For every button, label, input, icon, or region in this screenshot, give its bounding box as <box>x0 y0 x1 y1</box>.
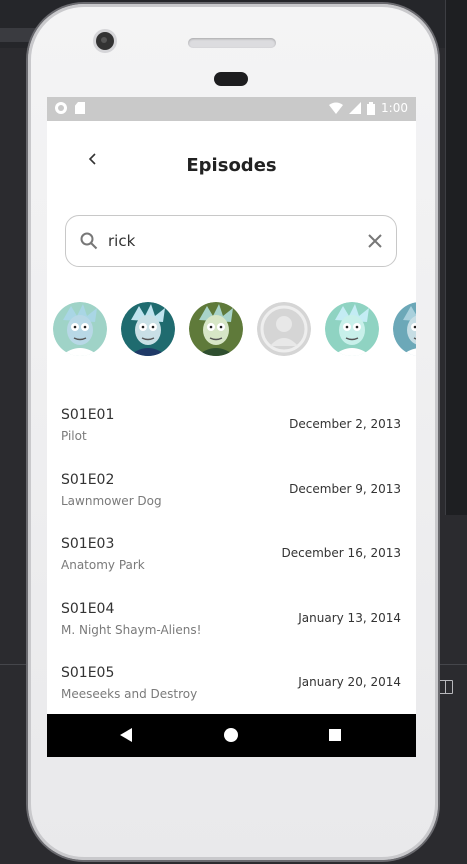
ide-side-panel <box>445 0 467 515</box>
front-camera <box>96 32 114 50</box>
episode-name: Anatomy Park <box>61 558 145 572</box>
episode-code: S01E05 <box>61 665 115 681</box>
avatar-placeholder[interactable] <box>257 302 311 356</box>
episode-name: Meeseeks and Destroy <box>61 687 198 701</box>
episode-code: S01E02 <box>61 471 115 488</box>
character-avatar-row <box>53 302 416 358</box>
episode-air-date: December 16, 2013 <box>281 546 401 560</box>
android-nav-bar <box>47 714 416 757</box>
avatar-rick-3[interactable] <box>189 302 243 356</box>
episode-air-date: December 2, 2013 <box>289 417 401 431</box>
character-portrait <box>53 302 107 356</box>
episode-row[interactable]: S01E03 Anatomy Park December 16, 2013 <box>47 536 416 600</box>
search-input[interactable]: rick <box>108 232 135 250</box>
character-portrait <box>121 302 175 356</box>
close-icon[interactable] <box>366 232 384 250</box>
nav-home-icon[interactable] <box>224 728 238 742</box>
sd-card-icon <box>75 102 85 114</box>
notification-icon <box>55 102 67 114</box>
status-bar: 1:00 <box>47 97 416 121</box>
episode-name: M. Night Shaym-Aliens! <box>61 622 202 637</box>
episode-air-date: January 13, 2014 <box>298 610 401 625</box>
episode-air-date: January 20, 2014 <box>298 675 401 689</box>
character-portrait <box>325 302 379 356</box>
episode-name: Lawnmower Dog <box>61 493 162 508</box>
avatar-rick-1[interactable] <box>53 302 107 356</box>
episode-row[interactable]: S01E01 Pilot December 2, 2013 <box>47 407 416 471</box>
signal-icon <box>349 102 362 114</box>
earpiece-speaker <box>188 38 276 48</box>
app-screen: 1:00 Episodes rick S01E01 Pilot December… <box>47 97 416 757</box>
phone-frame: 1:00 Episodes rick S01E01 Pilot December… <box>28 4 438 860</box>
episode-code: S01E01 <box>61 407 115 423</box>
nav-back-icon[interactable] <box>120 728 132 742</box>
episode-code: S01E03 <box>61 536 115 552</box>
episode-row[interactable]: S01E04 M. Night Shaym-Aliens! January 13… <box>47 601 416 665</box>
episode-air-date: December 9, 2013 <box>289 481 401 496</box>
search-field[interactable]: rick <box>65 215 397 267</box>
wifi-icon <box>329 102 344 114</box>
avatar-rick-2[interactable] <box>121 302 175 356</box>
avatar-rick-4[interactable] <box>325 302 379 356</box>
battery-icon <box>367 101 376 115</box>
person-placeholder-icon <box>257 302 311 356</box>
episode-name: Pilot <box>61 429 87 443</box>
status-time: 1:00 <box>381 101 408 115</box>
nav-recents-icon[interactable] <box>329 729 341 741</box>
ide-layout-icon[interactable] <box>439 680 453 694</box>
episode-code: S01E04 <box>61 600 115 617</box>
character-portrait <box>189 302 243 356</box>
avatar-rick-5[interactable] <box>393 302 416 356</box>
character-portrait <box>393 302 416 356</box>
page-title: Episodes <box>186 155 277 176</box>
proximity-sensor <box>214 72 248 86</box>
search-icon <box>80 232 98 250</box>
episode-row[interactable]: S01E02 Lawnmower Dog December 9, 2013 <box>47 472 416 536</box>
app-bar: Episodes <box>47 121 416 207</box>
